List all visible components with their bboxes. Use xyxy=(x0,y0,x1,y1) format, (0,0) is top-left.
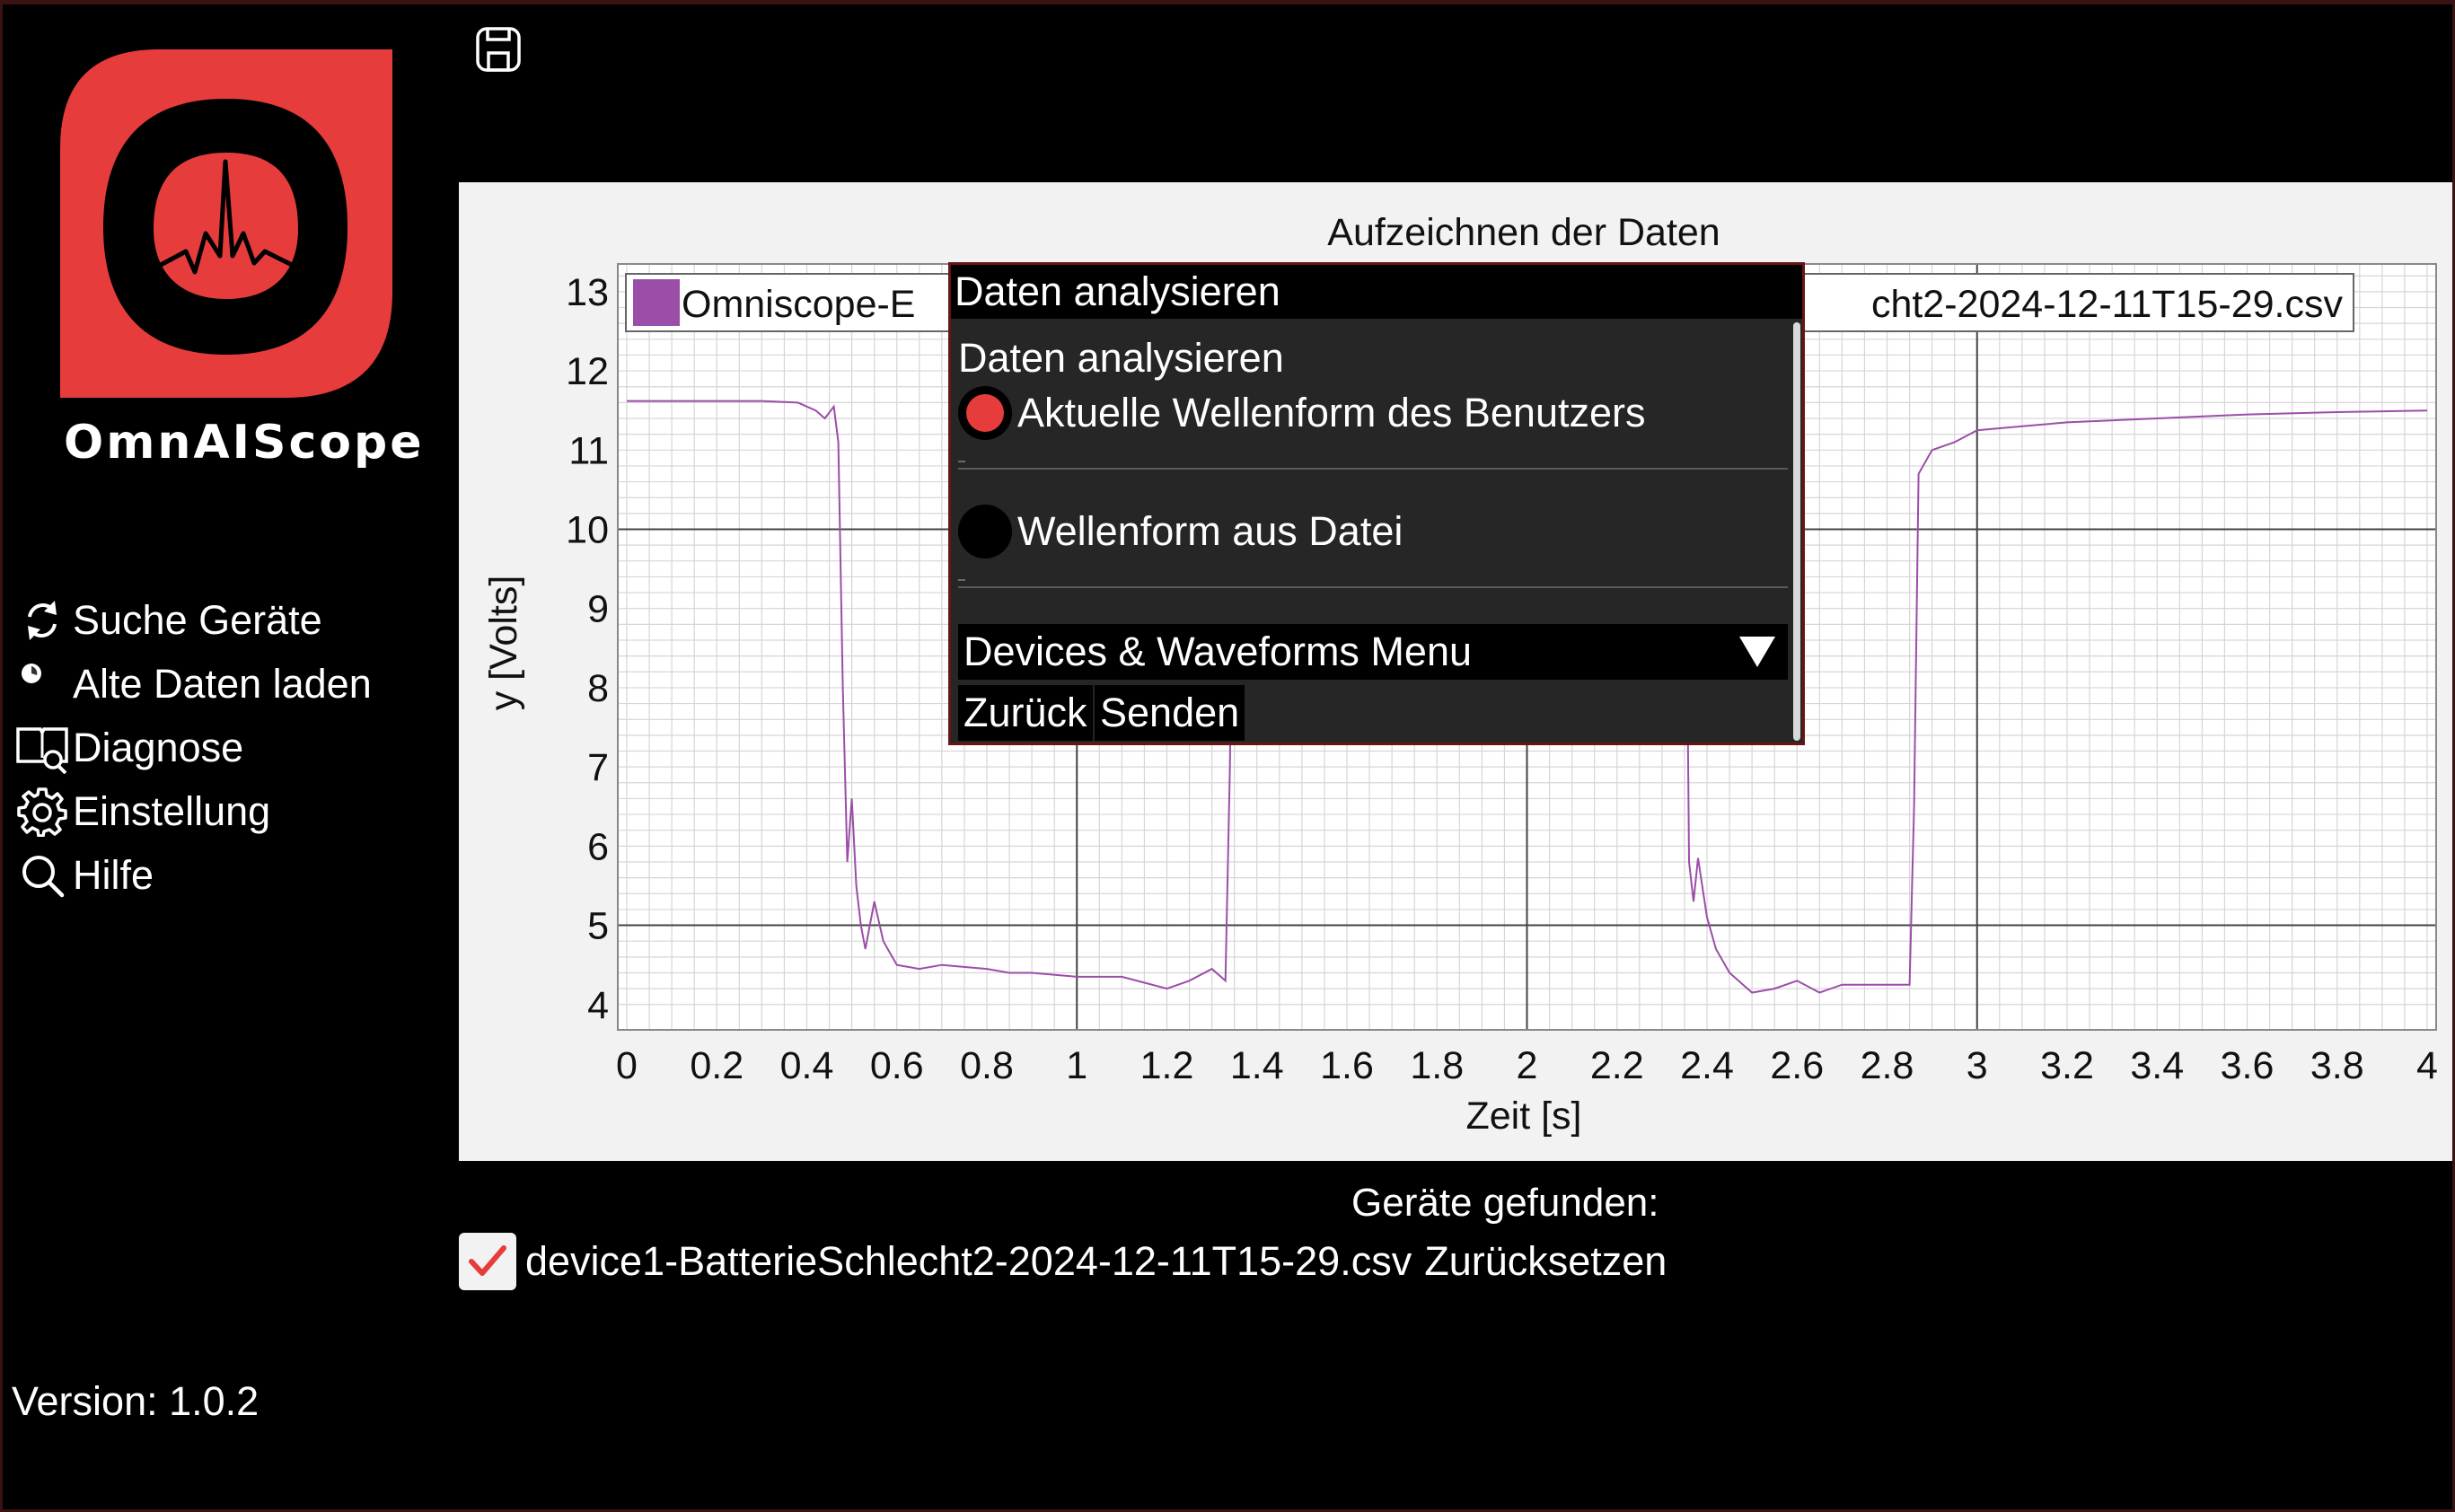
x-tick-label: 0.6 xyxy=(870,1044,924,1087)
x-tick-label: 3.4 xyxy=(2130,1044,2184,1087)
save-button[interactable] xyxy=(471,22,525,76)
checkmark-icon xyxy=(469,1245,506,1276)
option-current-waveform[interactable]: Aktuelle Wellenform des Benutzers xyxy=(958,382,1646,444)
device-file-name: device1-BatterieSchlecht2-2024-12-11T15-… xyxy=(525,1238,1412,1284)
omnaiscope-logo xyxy=(60,49,392,398)
x-tick-label: 1.8 xyxy=(1410,1044,1464,1087)
x-tick-label: 2.2 xyxy=(1590,1044,1644,1087)
chart-title: Aufzeichnen der Daten xyxy=(1327,211,1720,254)
devices-waveforms-menu[interactable]: Devices & Waveforms Menu xyxy=(958,624,1788,680)
reset-button[interactable]: Zurücksetzen xyxy=(1424,1238,1667,1285)
dialog-scrollbar[interactable] xyxy=(1793,322,1800,741)
search-icon xyxy=(15,848,69,902)
device-checkbox[interactable] xyxy=(459,1233,516,1290)
y-tick-label: 11 xyxy=(568,429,609,472)
triangle-down-icon xyxy=(1739,637,1775,667)
x-tick-label: 0.8 xyxy=(960,1044,1014,1087)
version-label: Version: 1.0.2 xyxy=(12,1378,260,1424)
x-tick-label: 0.2 xyxy=(690,1044,744,1087)
x-tick-label: 2.6 xyxy=(1770,1044,1824,1087)
sidebar-item-search-devices[interactable]: Suche Geräte xyxy=(15,588,372,652)
y-tick-label: 8 xyxy=(587,667,609,710)
y-tick-label: 5 xyxy=(587,905,609,948)
book-search-icon xyxy=(15,721,69,775)
dialog-title-bar[interactable]: Daten analysieren xyxy=(951,265,1802,319)
x-tick-label: 3.6 xyxy=(2221,1044,2275,1087)
dialog-title: Daten analysieren xyxy=(955,268,1280,314)
x-tick-label: 1.2 xyxy=(1140,1044,1194,1087)
back-button[interactable]: Zurück xyxy=(958,685,1093,741)
x-tick-label: 4 xyxy=(2416,1044,2438,1087)
radio-selected[interactable] xyxy=(958,386,1012,440)
sidebar-item-label: Alte Daten laden xyxy=(73,660,372,707)
radio-unselected[interactable] xyxy=(958,505,1012,558)
y-tick-label: 10 xyxy=(566,509,609,552)
option-waveform-from-file[interactable]: Wellenform aus Datei xyxy=(958,500,1403,563)
x-axis-label: Zeit [s] xyxy=(1465,1094,1581,1138)
legend-label-right: cht2-2024-12-11T15-29.csv xyxy=(1871,283,2344,326)
y-tick-label: 4 xyxy=(587,984,609,1027)
x-tick-label: 1.4 xyxy=(1230,1044,1284,1087)
menu-label: Devices & Waveforms Menu xyxy=(964,629,1472,674)
load-dot-icon xyxy=(15,657,69,711)
x-tick-label: 0.4 xyxy=(780,1044,834,1087)
x-tick-label: 0 xyxy=(616,1044,638,1087)
y-tick-label: 13 xyxy=(566,271,609,314)
sidebar-item-label: Suche Geräte xyxy=(73,596,322,643)
y-tick-label: 9 xyxy=(587,588,609,631)
x-tick-label: 3.2 xyxy=(2040,1044,2094,1087)
x-tick-label: 1 xyxy=(1066,1044,1087,1087)
y-tick-label: 7 xyxy=(587,746,609,789)
app-window: OmnAIScope Suche Geräte Alte Daten laden… xyxy=(0,0,2455,1512)
save-icon xyxy=(476,27,521,72)
y-tick-label: 6 xyxy=(587,825,609,868)
x-tick-label: 1.6 xyxy=(1320,1044,1374,1087)
legend-swatch xyxy=(633,279,680,326)
sidebar-item-load-old-data[interactable]: Alte Daten laden xyxy=(15,652,372,716)
sidebar-item-settings[interactable]: Einstellung xyxy=(15,779,372,843)
sidebar-item-help[interactable]: Hilfe xyxy=(15,843,372,907)
dialog-subtitle: Daten analysieren xyxy=(958,335,1284,381)
analyze-data-dialog: Daten analysieren Daten analysieren Aktu… xyxy=(948,262,1805,745)
y-tick-label: 12 xyxy=(566,350,609,393)
sidebar-item-label: Hilfe xyxy=(73,851,154,898)
device-row: device1-BatterieSchlecht2-2024-12-11T15-… xyxy=(459,1233,1667,1290)
x-tick-label: 2 xyxy=(1517,1044,1538,1087)
option-divider xyxy=(958,461,1788,470)
gear-icon xyxy=(15,785,69,839)
refresh-icon xyxy=(15,593,69,647)
x-tick-label: 3.8 xyxy=(2310,1044,2364,1087)
x-tick-label: 3 xyxy=(1967,1044,1988,1087)
sidebar-nav: Suche Geräte Alte Daten laden Diagnose E… xyxy=(15,588,372,907)
sidebar-item-diagnose[interactable]: Diagnose xyxy=(15,716,372,779)
sidebar-item-label: Einstellung xyxy=(73,787,271,834)
x-tick-label: 2.8 xyxy=(1861,1044,1914,1087)
option-label: Aktuelle Wellenform des Benutzers xyxy=(1017,390,1646,435)
x-tick-label: 2.4 xyxy=(1680,1044,1734,1087)
option-label: Wellenform aus Datei xyxy=(1017,508,1403,554)
devices-found-title: Geräte gefunden: xyxy=(1351,1181,1659,1225)
option-divider xyxy=(958,579,1788,588)
y-axis-label: y [Volts] xyxy=(482,576,525,711)
app-brand-name: OmnAIScope xyxy=(64,416,425,470)
sidebar-item-label: Diagnose xyxy=(73,724,244,770)
send-button[interactable]: Senden xyxy=(1095,685,1245,741)
legend-label-left: Omniscope-E xyxy=(682,283,915,326)
